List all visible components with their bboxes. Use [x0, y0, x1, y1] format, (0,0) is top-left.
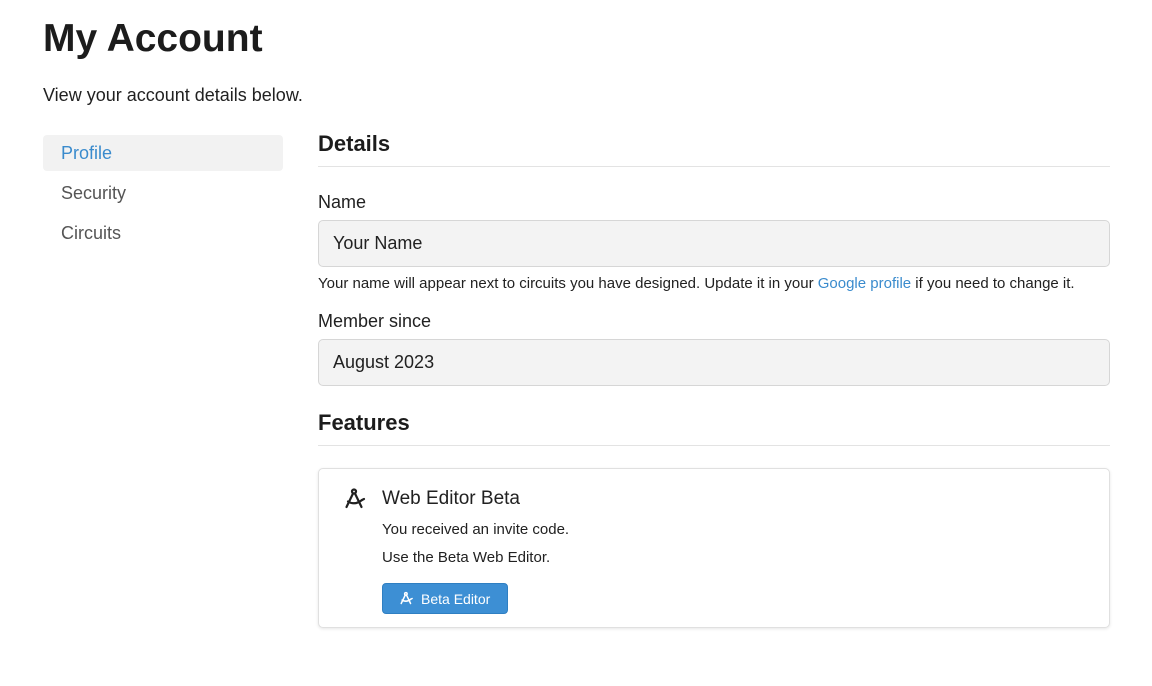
name-help-text-after: if you need to change it. [911, 275, 1075, 292]
drafting-compass-icon [343, 487, 367, 511]
feature-title: Web Editor Beta [382, 488, 521, 509]
feature-use-text: Use the Beta Web Editor. [382, 549, 551, 566]
google-profile-link[interactable]: Google profile [818, 275, 911, 292]
sidebar-item-circuits[interactable]: Circuits [43, 215, 283, 251]
member-since-label: Member since [318, 311, 432, 331]
page-title: My Account [43, 17, 263, 60]
drafting-compass-icon [399, 591, 414, 606]
web-editor-beta-card: Web Editor Beta You received an invite c… [318, 468, 1110, 628]
name-help-text-before: Your name will appear next to circuits y… [318, 275, 818, 292]
page-subtitle: View your account details below. [43, 85, 303, 105]
beta-editor-button-label: Beta Editor [421, 590, 491, 607]
main-content: Details Name Your name will appear next … [318, 128, 1110, 628]
account-page: My Account View your account details bel… [0, 0, 1152, 686]
feature-invite-text: You received an invite code. [382, 521, 570, 538]
details-heading: Details [318, 128, 1110, 167]
member-since-field[interactable] [318, 339, 1110, 386]
name-help-text: Your name will appear next to circuits y… [318, 274, 1075, 294]
name-label: Name [318, 192, 367, 212]
sidebar-item-security[interactable]: Security [43, 175, 283, 211]
beta-editor-button[interactable]: Beta Editor [382, 583, 509, 614]
name-field[interactable] [318, 220, 1110, 267]
features-heading: Features [318, 407, 1110, 446]
sidebar-item-profile[interactable]: Profile [43, 135, 283, 171]
sidebar: Profile Security Circuits [43, 135, 283, 255]
